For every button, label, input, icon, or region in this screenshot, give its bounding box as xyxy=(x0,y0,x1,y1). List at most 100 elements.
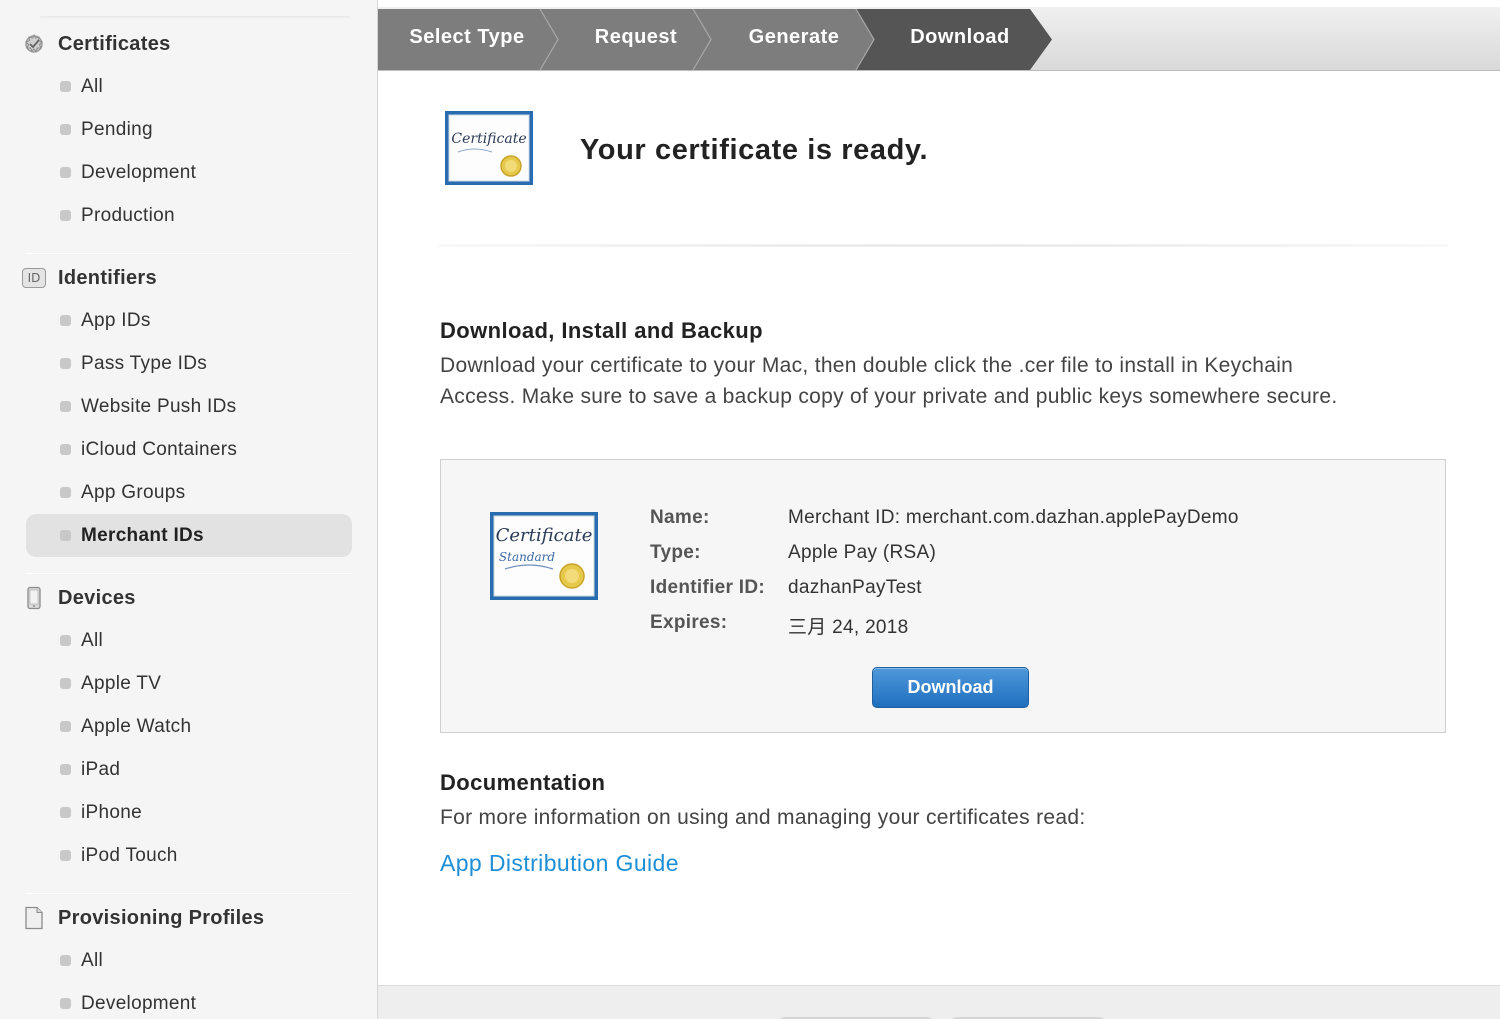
sidebar-item-iphone[interactable]: iPhone xyxy=(26,791,352,834)
sidebar-item-devices-all[interactable]: All xyxy=(26,619,352,662)
sidebar-item-certificates-all[interactable]: All xyxy=(26,65,352,108)
sidebar-item-label: All xyxy=(81,75,104,97)
bullet-icon xyxy=(60,81,71,92)
sidebar-item-certificates-development[interactable]: Development xyxy=(26,151,352,194)
bullet-icon xyxy=(60,315,71,326)
sidebar-item-label: Development xyxy=(81,992,197,1014)
sidebar-item-apple-watch[interactable]: Apple Watch xyxy=(26,705,352,748)
sidebar-item-label: App Groups xyxy=(81,481,186,503)
sidebar-item-apple-tv[interactable]: Apple TV xyxy=(26,662,352,705)
footer-bar xyxy=(378,985,1500,1019)
wizard-steps-bar: Select Type Request Generate Download xyxy=(378,0,1500,71)
wizard-step-generate[interactable]: Generate xyxy=(706,7,882,68)
sidebar-item-website-push-ids[interactable]: Website Push IDs xyxy=(26,385,352,428)
id-badge-icon: ID xyxy=(22,266,46,290)
bullet-icon xyxy=(60,530,71,541)
sidebar-item-certificates-pending[interactable]: Pending xyxy=(26,108,352,151)
sidebar-item-label: iPad xyxy=(81,758,121,780)
sidebar-item-label: iPod Touch xyxy=(81,844,178,866)
detail-label: Expires: xyxy=(650,612,728,633)
certificate-icon: Certificate xyxy=(445,111,533,185)
detail-label: Type: xyxy=(650,542,701,563)
sidebar-top-divider xyxy=(40,16,350,19)
documentation-heading: Documentation xyxy=(440,770,606,795)
sidebar-section-title: Identifiers xyxy=(58,266,157,289)
sidebar-item-profiles-all[interactable]: All xyxy=(26,939,352,982)
main-content: Certificate Your certificate is ready. D… xyxy=(378,72,1500,1019)
sidebar-item-app-ids[interactable]: App IDs xyxy=(26,299,352,342)
bullet-icon xyxy=(60,444,71,455)
download-button[interactable]: Download xyxy=(872,667,1029,708)
wizard-step-request[interactable]: Request xyxy=(550,7,722,68)
sidebar-section-title: Devices xyxy=(58,586,136,609)
sidebar-divider xyxy=(26,253,352,254)
bullet-icon xyxy=(60,635,71,646)
bullet-icon xyxy=(60,764,71,775)
sidebar-section-title: Certificates xyxy=(58,32,171,55)
bullet-icon xyxy=(60,998,71,1009)
sidebar-section-devices[interactable]: Devices xyxy=(22,583,136,613)
sidebar-divider xyxy=(26,893,352,894)
sidebar-item-label: Development xyxy=(81,161,197,183)
bullet-icon xyxy=(60,850,71,861)
detail-value: Merchant ID: merchant.com.dazhan.applePa… xyxy=(788,507,1239,528)
detail-label: Identifier ID: xyxy=(650,577,766,598)
bullet-icon xyxy=(60,210,71,221)
install-text-line2: Access. Make sure to save a backup copy … xyxy=(440,385,1338,408)
certificate-standard-icon: Certificate Standard xyxy=(490,512,598,600)
sidebar-item-certificates-production[interactable]: Production xyxy=(26,194,352,237)
sidebar-item-label: Merchant IDs xyxy=(81,524,204,546)
section-divider xyxy=(438,244,1448,247)
app-distribution-guide-link[interactable]: App Distribution Guide xyxy=(440,850,679,877)
sidebar-item-pass-type-ids[interactable]: Pass Type IDs xyxy=(26,342,352,385)
detail-label: Name: xyxy=(650,507,710,528)
bullet-icon xyxy=(60,678,71,689)
detail-value: dazhanPayTest xyxy=(788,577,922,598)
detail-row-name: Name: Merchant ID: merchant.com.dazhan.a… xyxy=(650,507,1239,529)
certificate-icon-text: Certificate xyxy=(496,525,593,546)
bullet-icon xyxy=(60,721,71,732)
page-title: Your certificate is ready. xyxy=(580,134,929,166)
bullet-icon xyxy=(60,401,71,412)
sidebar-item-merchant-ids[interactable]: Merchant IDs xyxy=(26,514,352,557)
sidebar-section-identifiers[interactable]: ID Identifiers xyxy=(22,263,157,293)
sidebar-item-app-groups[interactable]: App Groups xyxy=(26,471,352,514)
detail-row-identifier: Identifier ID: dazhanPayTest xyxy=(650,577,922,599)
bullet-icon xyxy=(60,167,71,178)
bullet-icon xyxy=(60,124,71,135)
device-phone-icon xyxy=(22,586,46,610)
certificate-icon-text: Certificate xyxy=(451,131,526,147)
bullet-icon xyxy=(60,807,71,818)
sidebar-item-label: Apple TV xyxy=(81,672,162,694)
install-heading: Download, Install and Backup xyxy=(440,318,763,343)
detail-value: Apple Pay (RSA) xyxy=(788,542,937,563)
detail-value: 三月 24, 2018 xyxy=(788,617,909,638)
bullet-icon xyxy=(60,358,71,369)
documentation-text: For more information on using and managi… xyxy=(440,806,1086,829)
sidebar-item-ipad[interactable]: iPad xyxy=(26,748,352,791)
wizard-step-download[interactable]: Download xyxy=(870,7,1050,68)
sidebar-item-profiles-development[interactable]: Development xyxy=(26,982,352,1019)
detail-row-expires: Expires: 三月 24, 2018 xyxy=(650,612,909,639)
certificate-icon-subtext: Standard xyxy=(499,550,555,564)
id-badge-text: ID xyxy=(22,268,46,288)
sidebar-item-label: Apple Watch xyxy=(81,715,192,737)
sidebar-section-certificates[interactable]: Certificates xyxy=(22,29,171,59)
sidebar-item-label: All xyxy=(81,629,104,651)
sidebar: Certificates All Pending Development Pro… xyxy=(0,0,378,1019)
install-text-line1: Download your certificate to your Mac, t… xyxy=(440,354,1294,377)
sidebar-item-label: Pending xyxy=(81,118,153,140)
sidebar-item-ipod-touch[interactable]: iPod Touch xyxy=(26,834,352,877)
sidebar-item-label: App IDs xyxy=(81,309,151,331)
sidebar-section-provisioning-profiles[interactable]: Provisioning Profiles xyxy=(22,903,264,933)
sidebar-item-label: iPhone xyxy=(81,801,142,823)
bullet-icon xyxy=(60,487,71,498)
sidebar-item-icloud-containers[interactable]: iCloud Containers xyxy=(26,428,352,471)
wizard-step-select-type[interactable]: Select Type xyxy=(378,7,556,68)
sidebar-item-label: All xyxy=(81,949,104,971)
sidebar-item-label: iCloud Containers xyxy=(81,438,238,460)
certificate-gear-icon xyxy=(22,32,46,56)
sidebar-section-title: Provisioning Profiles xyxy=(58,906,265,929)
detail-row-type: Type: Apple Pay (RSA) xyxy=(650,542,936,564)
sidebar-divider xyxy=(26,573,352,574)
